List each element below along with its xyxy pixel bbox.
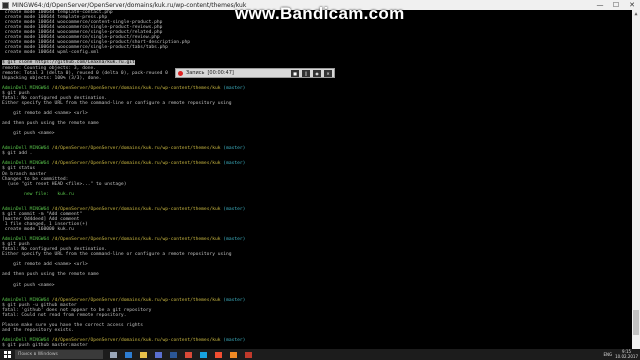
- terminal-text: new file: kuk.ru: [2, 191, 74, 197]
- window-title: MINGW64:/d/OpenServer/OpenServer/domains…: [12, 1, 247, 9]
- git-bash-taskbar-button[interactable]: [212, 349, 225, 360]
- terminal-text: $ git add .: [2, 151, 33, 157]
- terminal-text: Unpacking objects: 100% (3/3), done.: [2, 75, 102, 81]
- bandicam-taskbar-button[interactable]: [242, 349, 255, 360]
- scrollbar-thumb[interactable]: [633, 310, 639, 335]
- start-button[interactable]: [0, 349, 14, 360]
- taskbar-search-box[interactable]: Поиск в Windows: [15, 350, 103, 359]
- mingw-app-icon: [2, 1, 9, 9]
- terminal-scrollbar[interactable]: ▲: [632, 10, 640, 349]
- taskbar-clock[interactable]: 9:15 10.02.2017: [615, 349, 638, 359]
- word-taskbar-button[interactable]: [167, 349, 180, 360]
- terminal-line: $ git push github master:master: [2, 343, 632, 348]
- store-icon: [155, 351, 162, 358]
- terminal-text: /d/OpenServer/OpenServer/domains/kuk.ru/…: [51, 237, 221, 243]
- terminal-text: and the repository exists.: [2, 327, 74, 333]
- terminal-text: /d/OpenServer/OpenServer/domains/kuk.ru/…: [51, 297, 221, 303]
- recording-time: [00:00:47]: [207, 70, 234, 76]
- terminal-text: git remote add <name> <url>: [2, 262, 88, 268]
- edge-taskbar-button[interactable]: [122, 349, 135, 360]
- terminal-text: /d/OpenServer/OpenServer/domains/kuk.ru/…: [51, 85, 221, 91]
- terminal-text: create mode 160000 kuk.ru: [2, 227, 74, 233]
- terminal-text: create mode 100644 wpml-config.xml: [2, 50, 99, 56]
- sublime-taskbar-button[interactable]: [227, 349, 240, 360]
- terminal-text: git push <name>: [2, 282, 55, 288]
- close-recorder-button[interactable]: ✕: [324, 69, 332, 77]
- windows-taskbar: Поиск в Windows ENG 9:15 10.02.2017: [0, 349, 640, 360]
- task-view-icon: [110, 351, 117, 358]
- git-bash-icon: [215, 351, 222, 358]
- folder-taskbar-button[interactable]: [137, 349, 150, 360]
- chrome-taskbar-button[interactable]: [182, 349, 195, 360]
- chrome-icon: [185, 351, 192, 358]
- windows-logo-icon: [3, 351, 11, 358]
- terminal-text: MINGW64: [29, 85, 52, 91]
- terminal-text: and then push using the remote name: [2, 272, 99, 278]
- system-tray: ENG 9:15 10.02.2017: [603, 349, 638, 360]
- terminal-text: fatal: Could not read from remote reposi…: [2, 312, 127, 318]
- window-controls: — ☐ ✕: [592, 0, 640, 10]
- maximize-button[interactable]: ☐: [608, 0, 624, 10]
- close-button[interactable]: ✕: [624, 0, 640, 10]
- terminal-text: /d/OpenServer/OpenServer/domains/kuk.ru/…: [51, 161, 221, 167]
- terminal-text: (master): [220, 206, 246, 212]
- folder-icon: [140, 351, 147, 358]
- bandicam-icon: [245, 351, 252, 358]
- terminal-text: (master): [220, 161, 246, 167]
- skype-taskbar-button[interactable]: [197, 349, 210, 360]
- terminal-text: (master): [220, 338, 246, 344]
- terminal-output[interactable]: create mode 100644 template-contact.php …: [0, 10, 632, 349]
- terminal-text: (master): [220, 85, 246, 91]
- terminal-text: MINGW64: [29, 237, 52, 243]
- taskbar-apps: [107, 349, 255, 360]
- terminal-text: and then push using the remote name: [2, 121, 99, 127]
- terminal-text: (master): [220, 146, 246, 152]
- recording-label: Запись: [186, 70, 205, 76]
- terminal-text: /d/OpenServer/OpenServer/domains/kuk.ru/…: [51, 146, 221, 152]
- terminal-text: Either specify the URL from the command-…: [2, 252, 232, 258]
- screenshot-button[interactable]: ◉: [313, 69, 321, 77]
- terminal-text: (master): [220, 297, 246, 303]
- bandicam-watermark: www.Bandicam.com: [235, 4, 405, 23]
- pause-recording-button[interactable]: ‖: [302, 69, 310, 77]
- word-icon: [170, 351, 177, 358]
- terminal-text: Either specify the URL from the command-…: [2, 100, 232, 106]
- scroll-up-arrow-icon[interactable]: ▲: [632, 10, 640, 18]
- stop-recording-button[interactable]: ■: [291, 69, 299, 77]
- sublime-icon: [230, 351, 237, 358]
- language-indicator[interactable]: ENG: [603, 352, 612, 357]
- task-view-taskbar-button[interactable]: [107, 349, 120, 360]
- store-taskbar-button[interactable]: [152, 349, 165, 360]
- terminal-text: (master): [220, 237, 246, 243]
- terminal-text: $ git push github master:master: [2, 343, 88, 349]
- terminal-text: MINGW64: [29, 146, 52, 152]
- edge-icon: [125, 351, 132, 358]
- recording-toolbar[interactable]: Запись [00:00:47] ■ ‖ ◉ ✕: [175, 68, 335, 78]
- terminal-text: (use "git reset HEAD <file>..." to unsta…: [2, 181, 127, 187]
- terminal-text: git push <name>: [2, 131, 55, 137]
- record-dot-icon: [178, 70, 183, 76]
- skype-icon: [200, 351, 207, 358]
- clock-date: 10.02.2017: [615, 353, 638, 359]
- minimize-button[interactable]: —: [592, 0, 608, 10]
- terminal-text: git remote add <name> <url>: [2, 110, 88, 116]
